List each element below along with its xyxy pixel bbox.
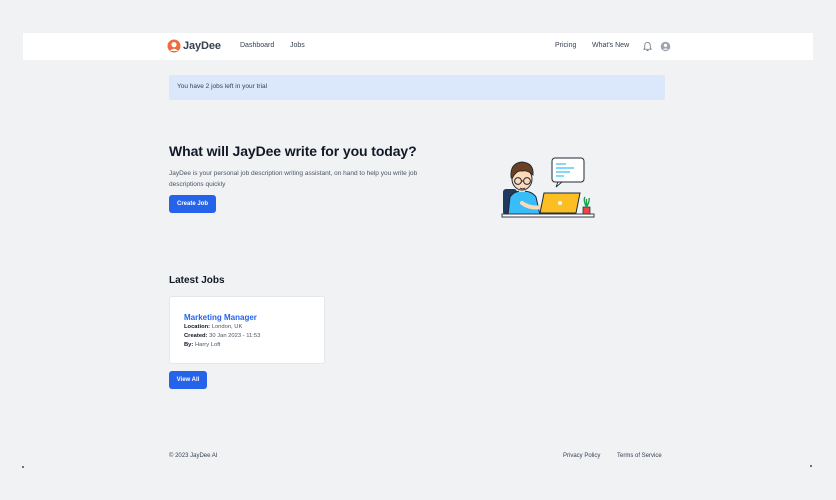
job-created-value: 30 Jan 2023 - 11:53 [209, 333, 261, 339]
bell-icon[interactable] [642, 41, 653, 52]
nav-link-dashboard[interactable]: Dashboard [240, 42, 274, 49]
trial-banner-text: You have 2 jobs left in your trial [177, 83, 268, 90]
nav-link-pricing[interactable]: Pricing [555, 42, 576, 49]
job-author: By: Harry Loft [184, 342, 220, 348]
job-location-label: Location: [184, 324, 211, 330]
latest-jobs-title: Latest Jobs [169, 275, 225, 286]
corner-marker [810, 465, 812, 467]
developer-illustration [501, 157, 595, 218]
job-author-value: Harry Loft [194, 342, 221, 348]
hero-title: What will JayDee write for you today? [169, 143, 417, 159]
footer-privacy-link[interactable]: Privacy Policy [563, 453, 600, 459]
nav-link-jobs[interactable]: Jobs [290, 42, 305, 49]
create-job-button[interactable]: Create Job [169, 195, 216, 213]
job-location-value: London, UK [211, 324, 243, 330]
footer-copyright: © 2023 JayDee AI [169, 453, 218, 459]
footer-terms-link[interactable]: Terms of Service [617, 453, 662, 459]
job-author-label: By: [184, 342, 194, 348]
job-card[interactable]: Marketing Manager Location: London, UK C… [169, 296, 325, 364]
corner-marker [22, 466, 24, 468]
brand-name: JayDee [183, 40, 221, 52]
hero-description: JayDee is your personal job description … [169, 170, 418, 188]
job-title-link[interactable]: Marketing Manager [184, 313, 257, 322]
user-avatar-icon[interactable] [660, 41, 671, 52]
view-all-button[interactable]: View All [169, 371, 207, 389]
brand-logo[interactable]: JayDee [167, 39, 221, 53]
nav-link-whats-new[interactable]: What's New [592, 42, 629, 49]
job-created-label: Created: [184, 333, 208, 339]
top-navbar: JayDee Dashboard Jobs Pricing What's New [23, 33, 813, 60]
job-location: Location: London, UK [184, 324, 242, 330]
jaydee-logo-icon [167, 39, 181, 53]
job-created: Created: 30 Jan 2023 - 11:53 [184, 333, 260, 339]
trial-banner: You have 2 jobs left in your trial [169, 75, 665, 100]
